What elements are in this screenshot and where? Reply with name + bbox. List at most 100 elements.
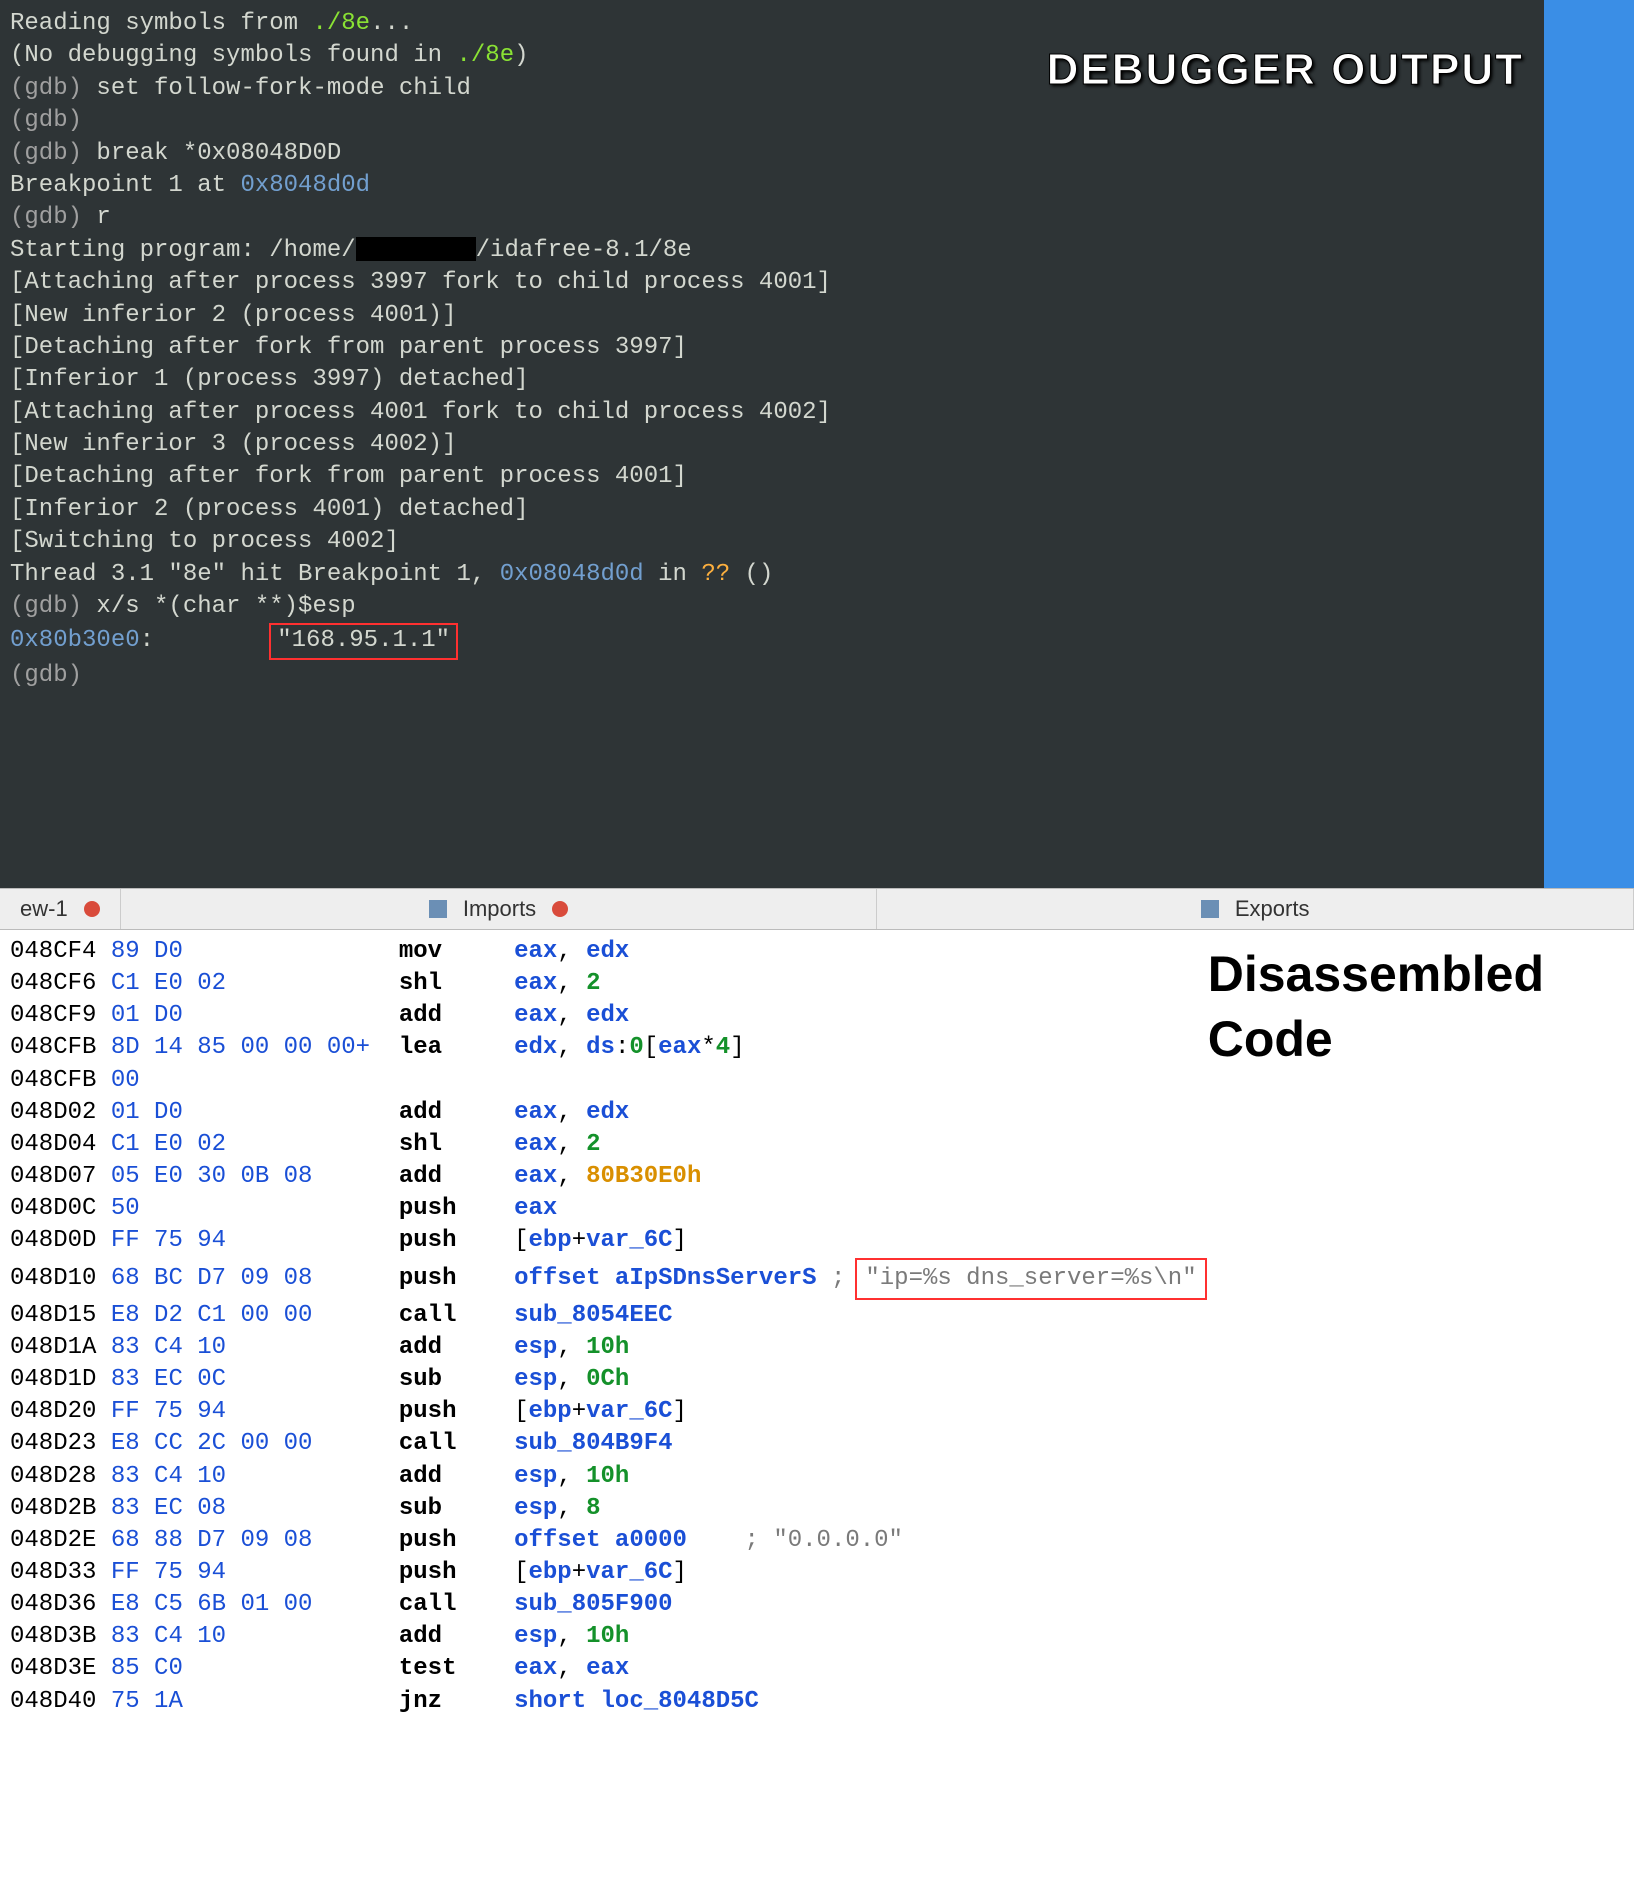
asm-row[interactable]: 048D28 83 C4 10 add esp, 10h (10, 1461, 1634, 1493)
asm-row[interactable]: 048D04 C1 E0 02 shl eax, 2 (10, 1129, 1634, 1161)
asm-operand: var_6C (586, 1559, 672, 1586)
asm-operand: , (557, 970, 586, 997)
asm-bytes: FF 75 94 (111, 1559, 399, 1586)
asm-row[interactable]: 048D0C 50 push eax (10, 1193, 1634, 1225)
asm-operand: ] (673, 1227, 687, 1254)
asm-address: 048CFB (10, 1034, 111, 1061)
asm-row[interactable]: 048D2B 83 EC 08 sub esp, 8 (10, 1493, 1634, 1525)
asm-operand: [ (514, 1398, 528, 1425)
asm-operand: eax (514, 1002, 557, 1029)
asm-bytes: E8 D2 C1 00 00 (111, 1302, 399, 1329)
debugger-output-label: DEBUGGER OUTPUT (1047, 40, 1524, 99)
asm-bytes: 05 E0 30 0B 08 (111, 1163, 399, 1190)
asm-operand: , (557, 1623, 586, 1650)
exports-icon (1201, 900, 1219, 918)
asm-mnemonic: shl (399, 970, 514, 997)
asm-mnemonic: add (399, 1163, 514, 1190)
tab-imports[interactable]: Imports (121, 889, 878, 929)
asm-operand: ] (673, 1398, 687, 1425)
asm-address: 048CF9 (10, 1002, 111, 1029)
asm-operand: esp (514, 1366, 557, 1393)
asm-bytes: 68 88 D7 09 08 (111, 1527, 399, 1554)
asm-bytes: 83 C4 10 (111, 1623, 399, 1650)
asm-operand: , (557, 1034, 586, 1061)
imports-icon (429, 900, 447, 918)
gdb-line: [Detaching after fork from parent proces… (10, 332, 1624, 364)
asm-operand: sub_804B9F4 (514, 1430, 672, 1457)
asm-row[interactable]: 048D20 FF 75 94 push [ebp+var_6C] (10, 1396, 1634, 1428)
gdb-line: [Inferior 1 (process 3997) detached] (10, 364, 1624, 396)
asm-address: 048CF6 (10, 970, 111, 997)
asm-bytes: 83 C4 10 (111, 1463, 399, 1490)
asm-mnemonic: add (399, 1623, 514, 1650)
asm-bytes: 01 D0 (111, 1002, 399, 1029)
asm-row[interactable]: 048D1A 83 C4 10 add esp, 10h (10, 1332, 1634, 1364)
asm-operand: 0 (629, 1034, 643, 1061)
asm-row[interactable]: 048D40 75 1A jnz short loc_8048D5C (10, 1686, 1634, 1718)
redacted-username (356, 237, 476, 261)
tab-bar: ew-1 Imports Exports (0, 888, 1634, 930)
gdb-line: Thread 3.1 "8e" hit Breakpoint 1, 0x0804… (10, 559, 1624, 591)
tab-view-1[interactable]: ew-1 (0, 889, 121, 929)
asm-operand: , (557, 1131, 586, 1158)
gdb-line: (gdb) break *0x08048D0D (10, 138, 1624, 170)
asm-operand: 8 (586, 1495, 600, 1522)
asm-operand: , (557, 1334, 586, 1361)
asm-operand: eax (514, 1655, 557, 1682)
asm-row[interactable]: 048D2E 68 88 D7 09 08 push offset a0000 … (10, 1525, 1634, 1557)
asm-bytes: 50 (111, 1195, 399, 1222)
asm-operand: ] (730, 1034, 744, 1061)
asm-operand: ebp (529, 1227, 572, 1254)
asm-operand: , (557, 1002, 586, 1029)
tab-exports[interactable]: Exports (877, 889, 1634, 929)
asm-address: 048D1A (10, 1334, 111, 1361)
asm-operand: [ (644, 1034, 658, 1061)
asm-address: 048CF4 (10, 938, 111, 965)
asm-operand: eax (514, 1131, 557, 1158)
asm-address: 048D15 (10, 1302, 111, 1329)
asm-row[interactable]: 048D3B 83 C4 10 add esp, 10h (10, 1621, 1634, 1653)
asm-mnemonic: push (399, 1398, 514, 1425)
asm-row[interactable]: 048D36 E8 C5 6B 01 00 call sub_805F900 (10, 1589, 1634, 1621)
asm-bytes: 83 EC 08 (111, 1495, 399, 1522)
asm-row[interactable]: 048D0D FF 75 94 push [ebp+var_6C] (10, 1225, 1634, 1257)
gdb-line: [Switching to process 4002] (10, 526, 1624, 558)
asm-operand: , (557, 1366, 586, 1393)
asm-operand: , (557, 1099, 586, 1126)
asm-address: 048D02 (10, 1099, 111, 1126)
asm-bytes: FF 75 94 (111, 1398, 399, 1425)
asm-operand: [ (514, 1227, 528, 1254)
asm-operand: 10h (586, 1623, 629, 1650)
asm-operand: 80B30E0h (586, 1163, 701, 1190)
asm-mnemonic: test (399, 1655, 514, 1682)
asm-operand: 4 (716, 1034, 730, 1061)
asm-row[interactable]: 048D33 FF 75 94 push [ebp+var_6C] (10, 1557, 1634, 1589)
asm-mnemonic: call (399, 1302, 514, 1329)
asm-operand: edx (586, 938, 629, 965)
asm-row[interactable]: 048D15 E8 D2 C1 00 00 call sub_8054EEC (10, 1300, 1634, 1332)
asm-operand: var_6C (586, 1398, 672, 1425)
asm-row[interactable]: 048D10 68 BC D7 09 08 push offset aIpSDn… (10, 1258, 1634, 1300)
asm-operand: eax (658, 1034, 701, 1061)
asm-row[interactable]: 048D23 E8 CC 2C 00 00 call sub_804B9F4 (10, 1428, 1634, 1460)
asm-mnemonic: add (399, 1099, 514, 1126)
asm-row[interactable]: 048D07 05 E0 30 0B 08 add eax, 80B30E0h (10, 1161, 1634, 1193)
asm-operand: esp (514, 1495, 557, 1522)
asm-row[interactable]: 048D02 01 D0 add eax, edx (10, 1097, 1634, 1129)
asm-operand: eax (514, 1099, 557, 1126)
close-icon[interactable] (84, 901, 100, 917)
asm-operand: : (615, 1034, 629, 1061)
asm-operand: offset a0000 (514, 1527, 687, 1554)
asm-mnemonic: call (399, 1591, 514, 1618)
asm-operand: [ (514, 1559, 528, 1586)
asm-operand: 2 (586, 970, 600, 997)
asm-operand: , (557, 1163, 586, 1190)
asm-row[interactable]: 048D3E 85 C0 test eax, eax (10, 1653, 1634, 1685)
asm-mnemonic: push (399, 1527, 514, 1554)
asm-bytes: 83 EC 0C (111, 1366, 399, 1393)
close-icon[interactable] (552, 901, 568, 917)
asm-address: 048D2B (10, 1495, 111, 1522)
asm-operand: 10h (586, 1463, 629, 1490)
disassembly-panel: Disassembled Code 048CF4 89 D0 mov eax, … (0, 930, 1634, 1724)
asm-row[interactable]: 048D1D 83 EC 0C sub esp, 0Ch (10, 1364, 1634, 1396)
